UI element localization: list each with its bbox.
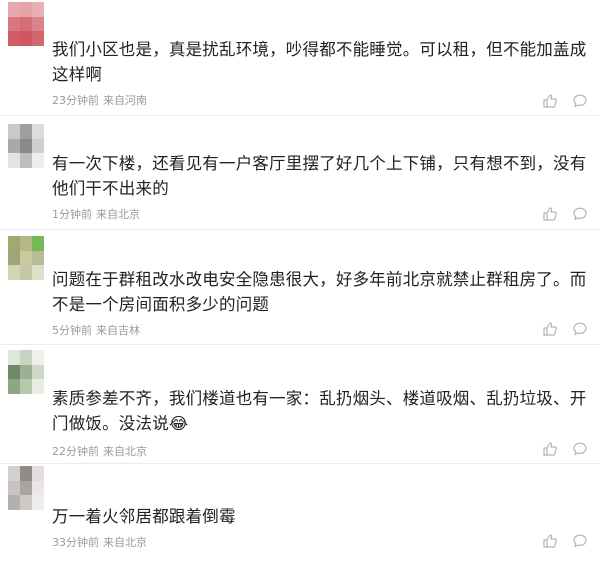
comment-location: 来自北京 <box>103 445 147 458</box>
comment-text: 有一次下楼，还看见有一户客厅里摆了好几个上下铺，只有想不到，没有他们干不出来的 <box>52 154 587 198</box>
comment-location: 来自北京 <box>96 208 140 221</box>
comment-time: 22分钟前 <box>52 445 99 458</box>
comment-text: 问题在于群租改水改电安全隐患很大，好多年前北京就禁止群租房了。而不是一个房间面积… <box>52 270 587 314</box>
comment-actions <box>542 93 590 109</box>
comment-location: 来自河南 <box>103 94 147 107</box>
divider <box>0 463 600 464</box>
divider <box>0 229 600 230</box>
comment-meta: 5分钟前 来自吉林 <box>52 322 140 338</box>
comment-text: 万一着火邻居都跟着倒霉 <box>52 507 236 526</box>
comment-text: 素质参差不齐，我们楼道也有一家：乱扔烟头、楼道吸烟、乱扔垃圾、开门做饭。没法说😂 <box>52 389 587 433</box>
thumbs-up-icon[interactable] <box>542 441 558 457</box>
divider <box>0 344 600 345</box>
comment-bubble-icon[interactable] <box>572 321 588 337</box>
comment-time: 5分钟前 <box>52 324 92 337</box>
thumbs-up-icon[interactable] <box>542 93 558 109</box>
comment-actions <box>542 206 590 222</box>
comment-meta: 33分钟前 来自北京 <box>52 534 147 550</box>
thumbs-up-icon[interactable] <box>542 533 558 549</box>
comment-time: 33分钟前 <box>52 536 99 549</box>
comment-bubble-icon[interactable] <box>572 533 588 549</box>
comment-bubble-icon[interactable] <box>572 441 588 457</box>
comment-location: 来自北京 <box>103 536 147 549</box>
thumbs-up-icon[interactable] <box>542 206 558 222</box>
avatar[interactable] <box>8 124 44 168</box>
avatar[interactable] <box>8 350 44 394</box>
comment-actions <box>542 441 590 457</box>
comment-meta: 1分钟前 来自北京 <box>52 206 140 222</box>
comment-meta: 23分钟前 来自河南 <box>52 92 147 108</box>
avatar[interactable] <box>8 2 44 46</box>
comment-bubble-icon[interactable] <box>572 206 588 222</box>
comment-actions <box>542 533 590 549</box>
comment-meta: 22分钟前 来自北京 <box>52 443 147 459</box>
comment-text: 我们小区也是，真是扰乱环境，吵得都不能睡觉。可以租，但不能加盖成这样啊 <box>52 40 587 84</box>
thumbs-up-icon[interactable] <box>542 321 558 337</box>
divider <box>0 115 600 116</box>
comment-bubble-icon[interactable] <box>572 93 588 109</box>
comment-actions <box>542 321 590 337</box>
avatar[interactable] <box>8 236 44 280</box>
comment-time: 1分钟前 <box>52 208 92 221</box>
comment-time: 23分钟前 <box>52 94 99 107</box>
comment-location: 来自吉林 <box>96 324 140 337</box>
avatar[interactable] <box>8 466 44 510</box>
